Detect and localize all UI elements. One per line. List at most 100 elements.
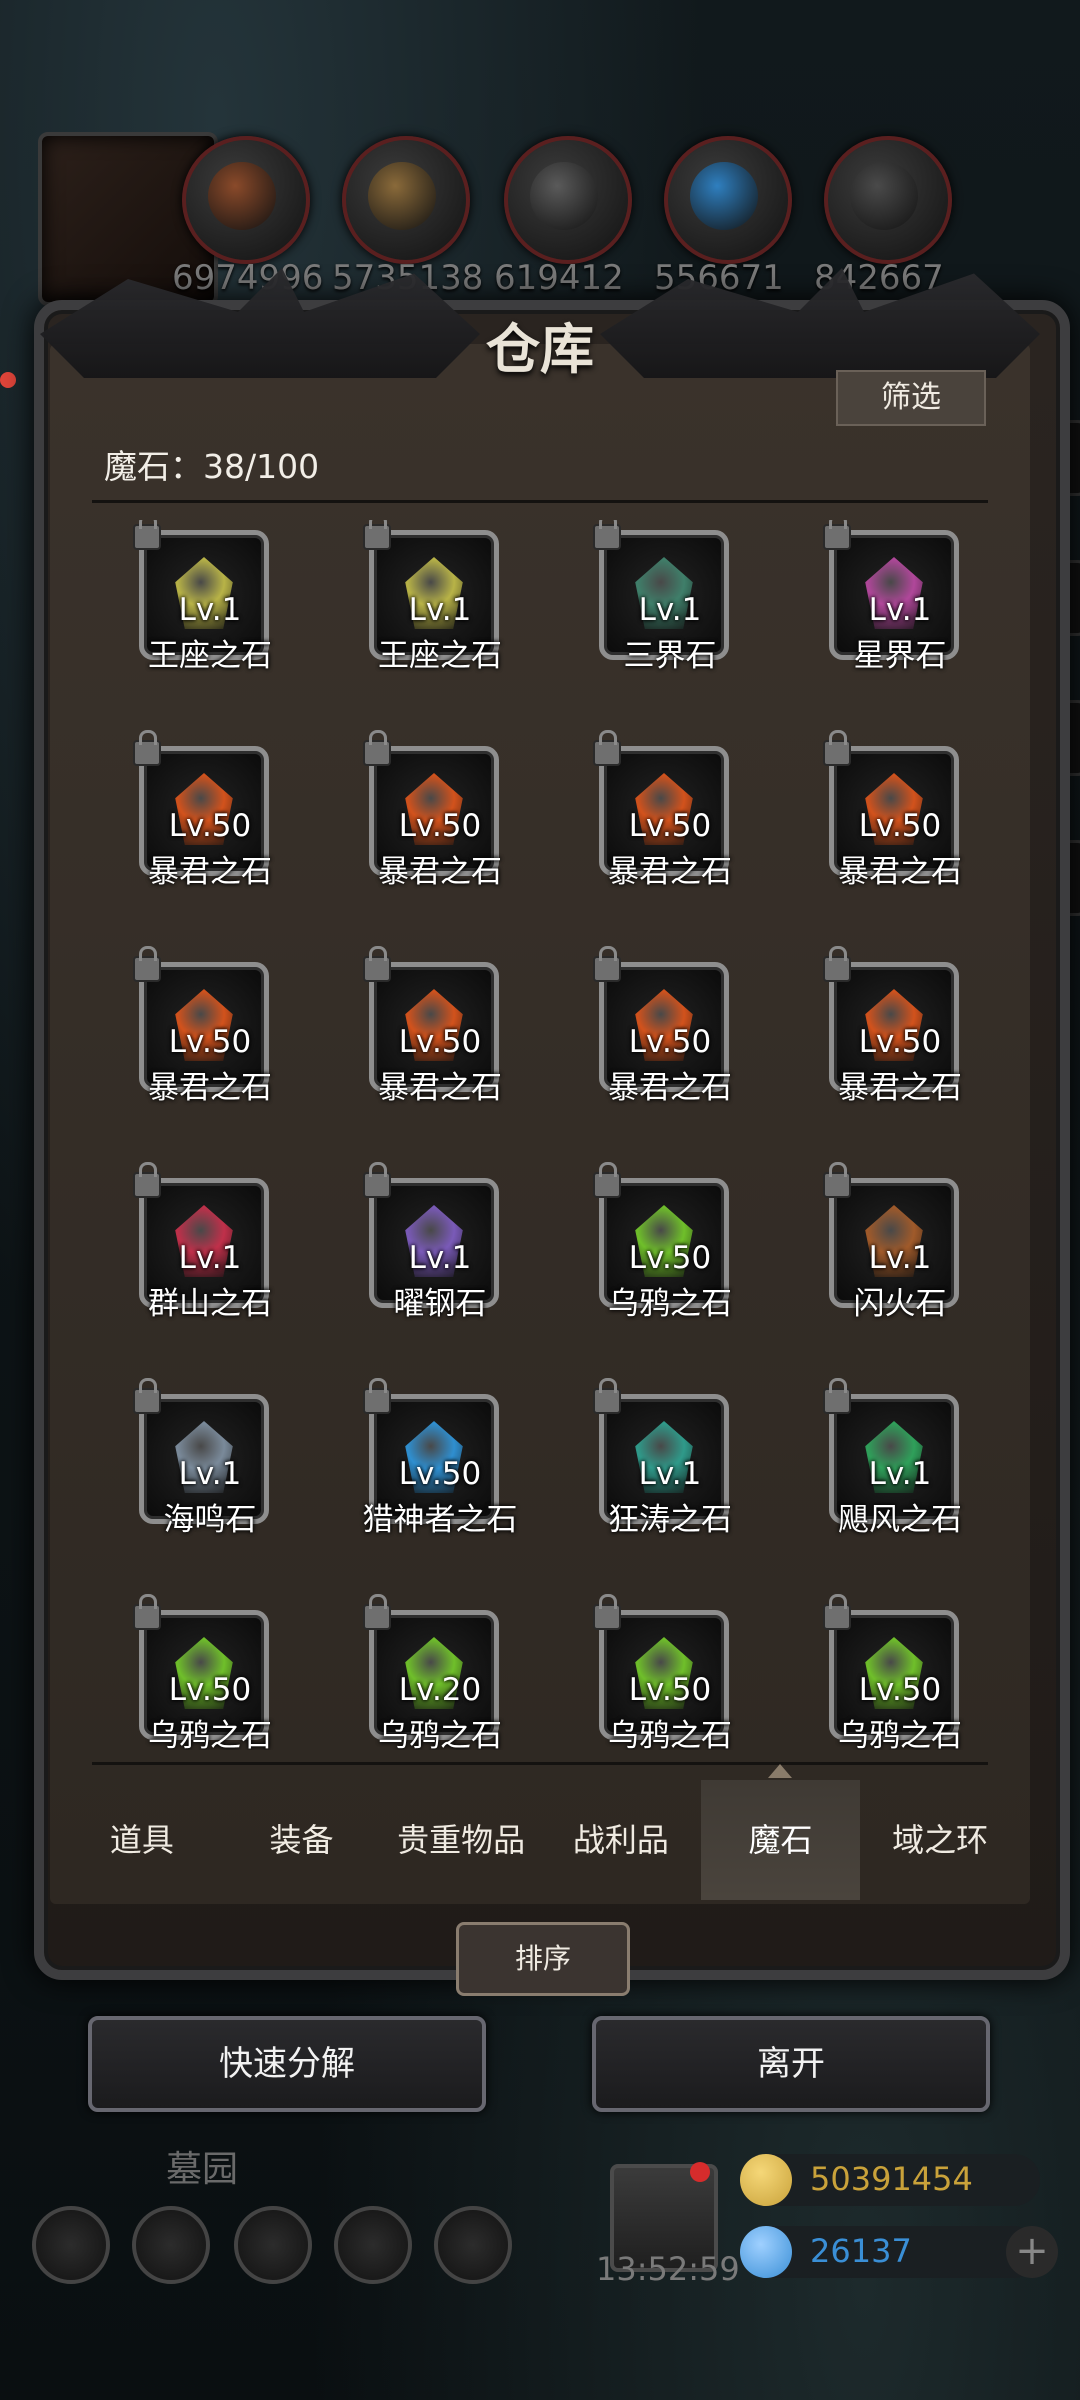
item-level: Lv.50 (628, 1240, 712, 1276)
guild-icon[interactable] (234, 2206, 312, 2284)
item-slot[interactable]: Lv.50 乌鸦之石 (785, 1594, 988, 1750)
lock-icon (593, 1594, 621, 1630)
iron-icon-image (850, 162, 918, 230)
item-slot[interactable]: Lv.50 暴君之石 (785, 946, 988, 1152)
lock-icon (823, 1594, 851, 1630)
item-name: 狂涛之石 (608, 1502, 732, 1538)
item-name: 乌鸦之石 (838, 1718, 962, 1750)
item-name: 乌鸦之石 (148, 1718, 272, 1750)
lock-icon (823, 1378, 851, 1414)
settings-icon[interactable] (32, 2206, 110, 2284)
lock-icon (133, 1162, 161, 1198)
item-slot[interactable]: Lv.1 曜钢石 (325, 1162, 555, 1368)
item-slot[interactable]: Lv.50 乌鸦之石 (555, 1162, 785, 1368)
item-slot[interactable]: Lv.1 狂涛之石 (555, 1378, 785, 1584)
active-tab-indicator (768, 1764, 792, 1778)
item-name: 暴君之石 (608, 1070, 732, 1106)
tab-5[interactable]: 域之环 (860, 1780, 1020, 1900)
item-name: 暴君之石 (838, 854, 962, 890)
add-currency-button[interactable]: + (1006, 2226, 1058, 2278)
event-timer: 13:52:59 (596, 2250, 740, 2288)
item-name: 猎神者之石 (362, 1502, 518, 1538)
item-slot[interactable]: Lv.50 暴君之石 (325, 730, 555, 936)
quick-decompose-button[interactable]: 快速分解 (88, 2016, 486, 2112)
resource-value: 6974996 (172, 258, 324, 298)
lock-icon (133, 1594, 161, 1630)
meat-icon[interactable] (182, 136, 310, 264)
leave-button[interactable]: 离开 (592, 2016, 990, 2112)
lock-icon (823, 946, 851, 982)
crystal-icon[interactable] (664, 136, 792, 264)
item-slot[interactable]: Lv.1 飓风之石 (785, 1378, 988, 1584)
gem-display: 26137 (740, 2226, 1040, 2278)
lock-icon (133, 520, 161, 550)
lock-icon (363, 946, 391, 982)
item-slot[interactable]: Lv.50 猎神者之石 (325, 1378, 555, 1584)
item-slot[interactable]: Lv.1 闪火石 (785, 1162, 988, 1368)
stone-icon[interactable] (504, 136, 632, 264)
item-level: Lv.50 (858, 1672, 942, 1708)
item-slot[interactable]: Lv.50 暴君之石 (95, 730, 325, 936)
lock-icon (593, 520, 621, 550)
item-level: Lv.1 (868, 1456, 932, 1492)
item-level: Lv.50 (398, 1024, 482, 1060)
item-slot[interactable]: Lv.50 乌鸦之石 (95, 1594, 325, 1750)
item-slot[interactable]: Lv.1 海鸣石 (95, 1378, 325, 1584)
item-level: Lv.50 (168, 808, 252, 844)
item-slot[interactable]: Lv.1 群山之石 (95, 1162, 325, 1368)
item-name: 王座之石 (378, 638, 502, 674)
blue-gem-icon (740, 2226, 792, 2278)
item-grid[interactable]: Lv.1 王座之石 Lv.1 王座之石 Lv.1 三界石 Lv.1 星界石 Lv.50 暴君之石 L… (92, 520, 988, 1750)
gold-coin-icon (740, 2154, 792, 2206)
panel-title: 仓库 (486, 317, 594, 381)
divider (92, 1762, 988, 1765)
tab-3[interactable]: 战利品 (541, 1780, 701, 1900)
item-name: 星界石 (853, 638, 947, 674)
wood-icon-image (368, 162, 436, 230)
item-name: 暴君之石 (838, 1070, 962, 1106)
tab-1[interactable]: 装备 (222, 1780, 382, 1900)
item-level: Lv.1 (408, 592, 472, 628)
tab-0[interactable]: 道具 (62, 1780, 222, 1900)
item-slot[interactable]: Lv.20 乌鸦之石 (325, 1594, 555, 1750)
item-level: Lv.50 (858, 808, 942, 844)
filter-button[interactable]: 筛选 (836, 370, 986, 426)
item-slot[interactable]: Lv.50 暴君之石 (325, 946, 555, 1152)
lock-icon (593, 730, 621, 766)
item-slot[interactable]: Lv.1 三界石 (555, 520, 785, 720)
item-slot[interactable]: Lv.50 暴君之石 (95, 946, 325, 1152)
lock-icon (133, 946, 161, 982)
mail-icon[interactable] (334, 2206, 412, 2284)
stone-icon-image (530, 162, 598, 230)
sort-button[interactable]: 排序 (456, 1922, 630, 1996)
item-name: 暴君之石 (378, 1070, 502, 1106)
item-slot[interactable]: Lv.50 暴君之石 (785, 730, 988, 936)
lock-icon (823, 730, 851, 766)
iron-icon[interactable] (824, 136, 952, 264)
wood-icon[interactable] (342, 136, 470, 264)
item-slot[interactable]: Lv.50 乌鸦之石 (555, 1594, 785, 1750)
shop-icon[interactable] (434, 2206, 512, 2284)
item-level: Lv.1 (868, 1240, 932, 1276)
item-name: 乌鸦之石 (608, 1286, 732, 1322)
item-slot[interactable]: Lv.1 王座之石 (95, 520, 325, 720)
item-slot[interactable]: Lv.50 暴君之石 (555, 730, 785, 936)
item-level: Lv.1 (178, 592, 242, 628)
magic-stone-count: 魔石：38/100 (104, 447, 320, 486)
gem-value: 26137 (810, 2232, 912, 2270)
achievement-icon[interactable] (132, 2206, 210, 2284)
item-slot[interactable]: Lv.1 星界石 (785, 520, 988, 720)
lock-icon (363, 1162, 391, 1198)
tab-4[interactable]: 魔石 (700, 1780, 861, 1900)
item-slot[interactable]: Lv.1 王座之石 (325, 520, 555, 720)
item-name: 暴君之石 (148, 854, 272, 890)
item-level: Lv.50 (168, 1672, 252, 1708)
lock-icon (823, 1162, 851, 1198)
item-level: Lv.50 (628, 1672, 712, 1708)
item-slot[interactable]: Lv.50 暴君之石 (555, 946, 785, 1152)
tab-2[interactable]: 贵重物品 (381, 1780, 541, 1900)
lock-icon (133, 1378, 161, 1414)
lock-icon (823, 520, 851, 550)
item-level: Lv.1 (638, 592, 702, 628)
item-level: Lv.1 (868, 592, 932, 628)
